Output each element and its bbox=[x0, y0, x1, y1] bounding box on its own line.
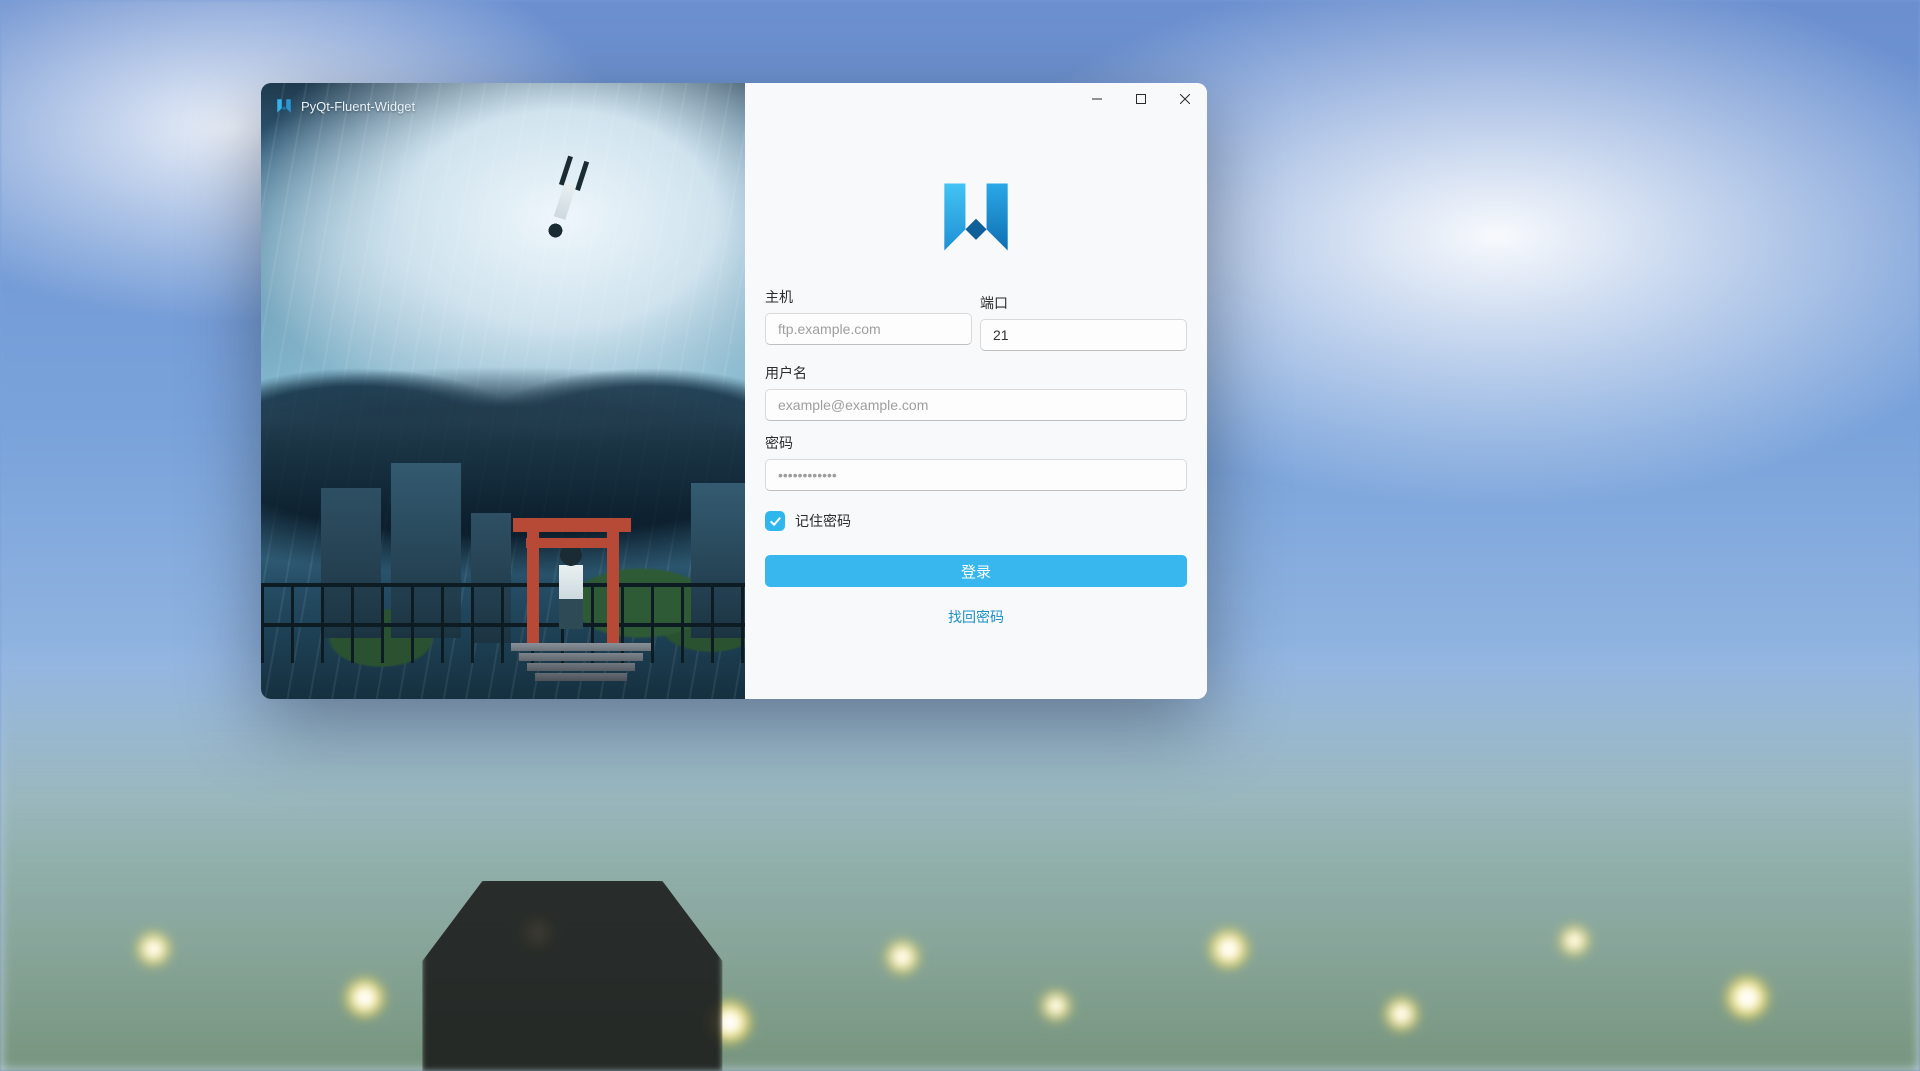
username-field: 用户名 bbox=[765, 363, 1187, 421]
remember-checkbox[interactable] bbox=[765, 511, 785, 531]
wallpaper-flowers bbox=[0, 664, 1920, 1071]
port-input[interactable] bbox=[980, 319, 1187, 351]
brand-logo bbox=[932, 173, 1020, 261]
brand-logo-icon bbox=[932, 173, 1020, 261]
login-panel: 主机 端口 用户名 密码 记住密码 bbox=[745, 83, 1207, 699]
login-button[interactable]: 登录 bbox=[765, 555, 1187, 587]
close-icon bbox=[1180, 94, 1190, 104]
minimize-icon bbox=[1092, 94, 1102, 104]
window-controls bbox=[1075, 83, 1207, 115]
hero-illustration: PyQt-Fluent-Widget bbox=[261, 83, 745, 699]
username-input[interactable] bbox=[765, 389, 1187, 421]
maximize-button[interactable] bbox=[1119, 83, 1163, 115]
minimize-button[interactable] bbox=[1075, 83, 1119, 115]
close-button[interactable] bbox=[1163, 83, 1207, 115]
checkmark-icon bbox=[769, 515, 782, 528]
username-label: 用户名 bbox=[765, 363, 1187, 383]
login-window: PyQt-Fluent-Widget bbox=[261, 83, 1207, 699]
password-field: 密码 bbox=[765, 433, 1187, 491]
hero-figure-falling bbox=[538, 151, 594, 246]
host-input[interactable] bbox=[765, 313, 972, 345]
host-field: 主机 bbox=[765, 287, 972, 351]
app-title: PyQt-Fluent-Widget bbox=[301, 99, 415, 114]
port-field: 端口 bbox=[980, 293, 1187, 351]
remember-label: 记住密码 bbox=[795, 511, 851, 531]
forgot-password-link[interactable]: 找回密码 bbox=[948, 607, 1004, 627]
host-label: 主机 bbox=[765, 287, 972, 307]
titlebar[interactable]: PyQt-Fluent-Widget bbox=[275, 97, 415, 115]
wallpaper-silhouette bbox=[422, 871, 722, 1071]
app-logo-icon bbox=[275, 97, 293, 115]
login-form: 主机 端口 用户名 密码 记住密码 bbox=[745, 261, 1207, 627]
remember-row: 记住密码 bbox=[765, 511, 1187, 531]
maximize-icon bbox=[1136, 94, 1146, 104]
password-label: 密码 bbox=[765, 433, 1187, 453]
password-input[interactable] bbox=[765, 459, 1187, 491]
port-label: 端口 bbox=[980, 293, 1187, 313]
